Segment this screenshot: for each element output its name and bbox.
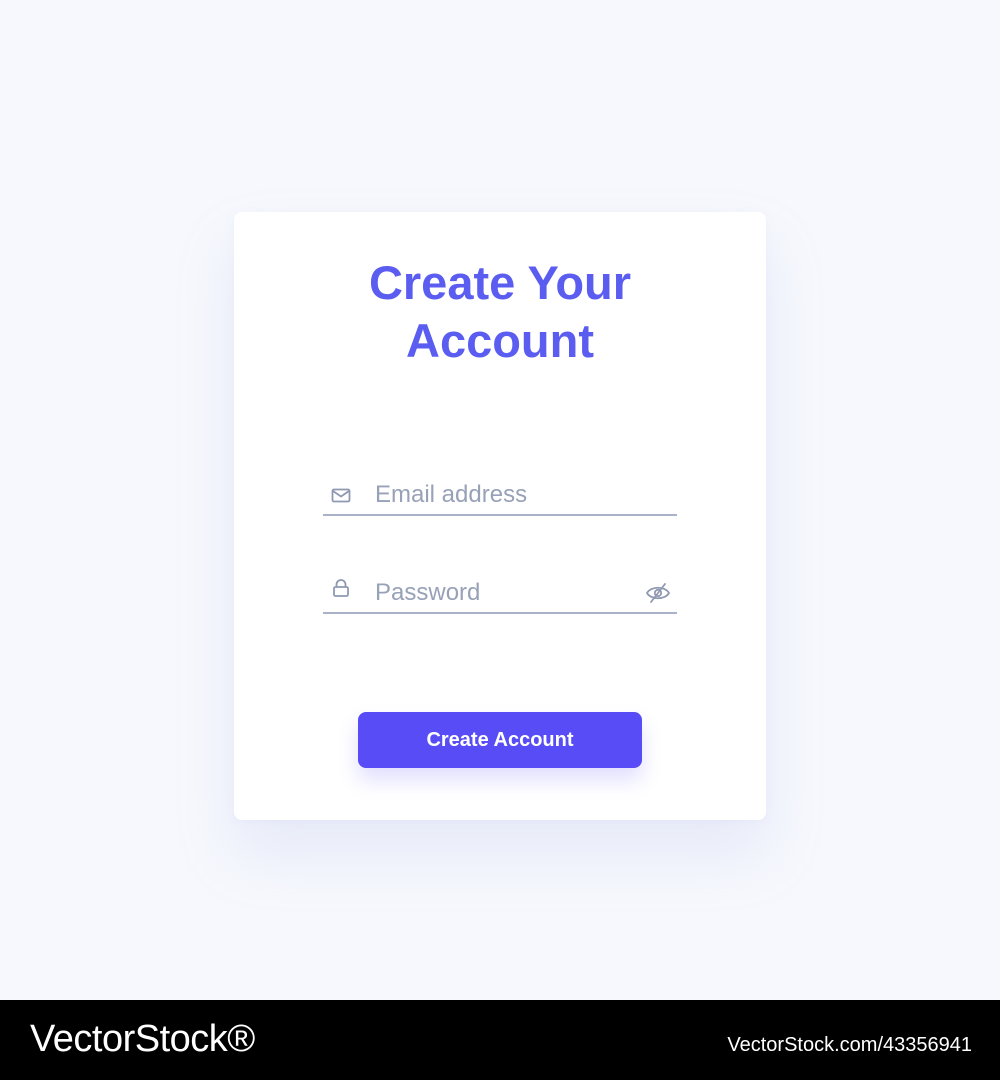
password-field <box>323 572 677 614</box>
create-account-button[interactable]: Create Account <box>358 712 642 768</box>
eye-slash-icon[interactable] <box>645 581 671 605</box>
password-input[interactable] <box>375 578 625 608</box>
lock-icon <box>333 579 349 597</box>
watermark-footer: VectorStock® VectorStock.com/43356941 <box>0 1000 1000 1080</box>
page-background: Create Your Account Create Account <box>0 0 1000 1000</box>
email-field <box>323 474 677 516</box>
email-input[interactable] <box>375 480 625 510</box>
page-title: Create Your Account <box>234 254 766 370</box>
title-line-1: Create Your <box>368 256 632 309</box>
image-id-text: VectorStock.com/43356941 <box>727 1034 972 1056</box>
title-line-2: Account <box>406 314 594 367</box>
mail-icon <box>331 488 351 503</box>
vectorstock-logo: VectorStock® <box>30 1018 255 1060</box>
signup-card: Create Your Account Create Account <box>234 212 766 820</box>
